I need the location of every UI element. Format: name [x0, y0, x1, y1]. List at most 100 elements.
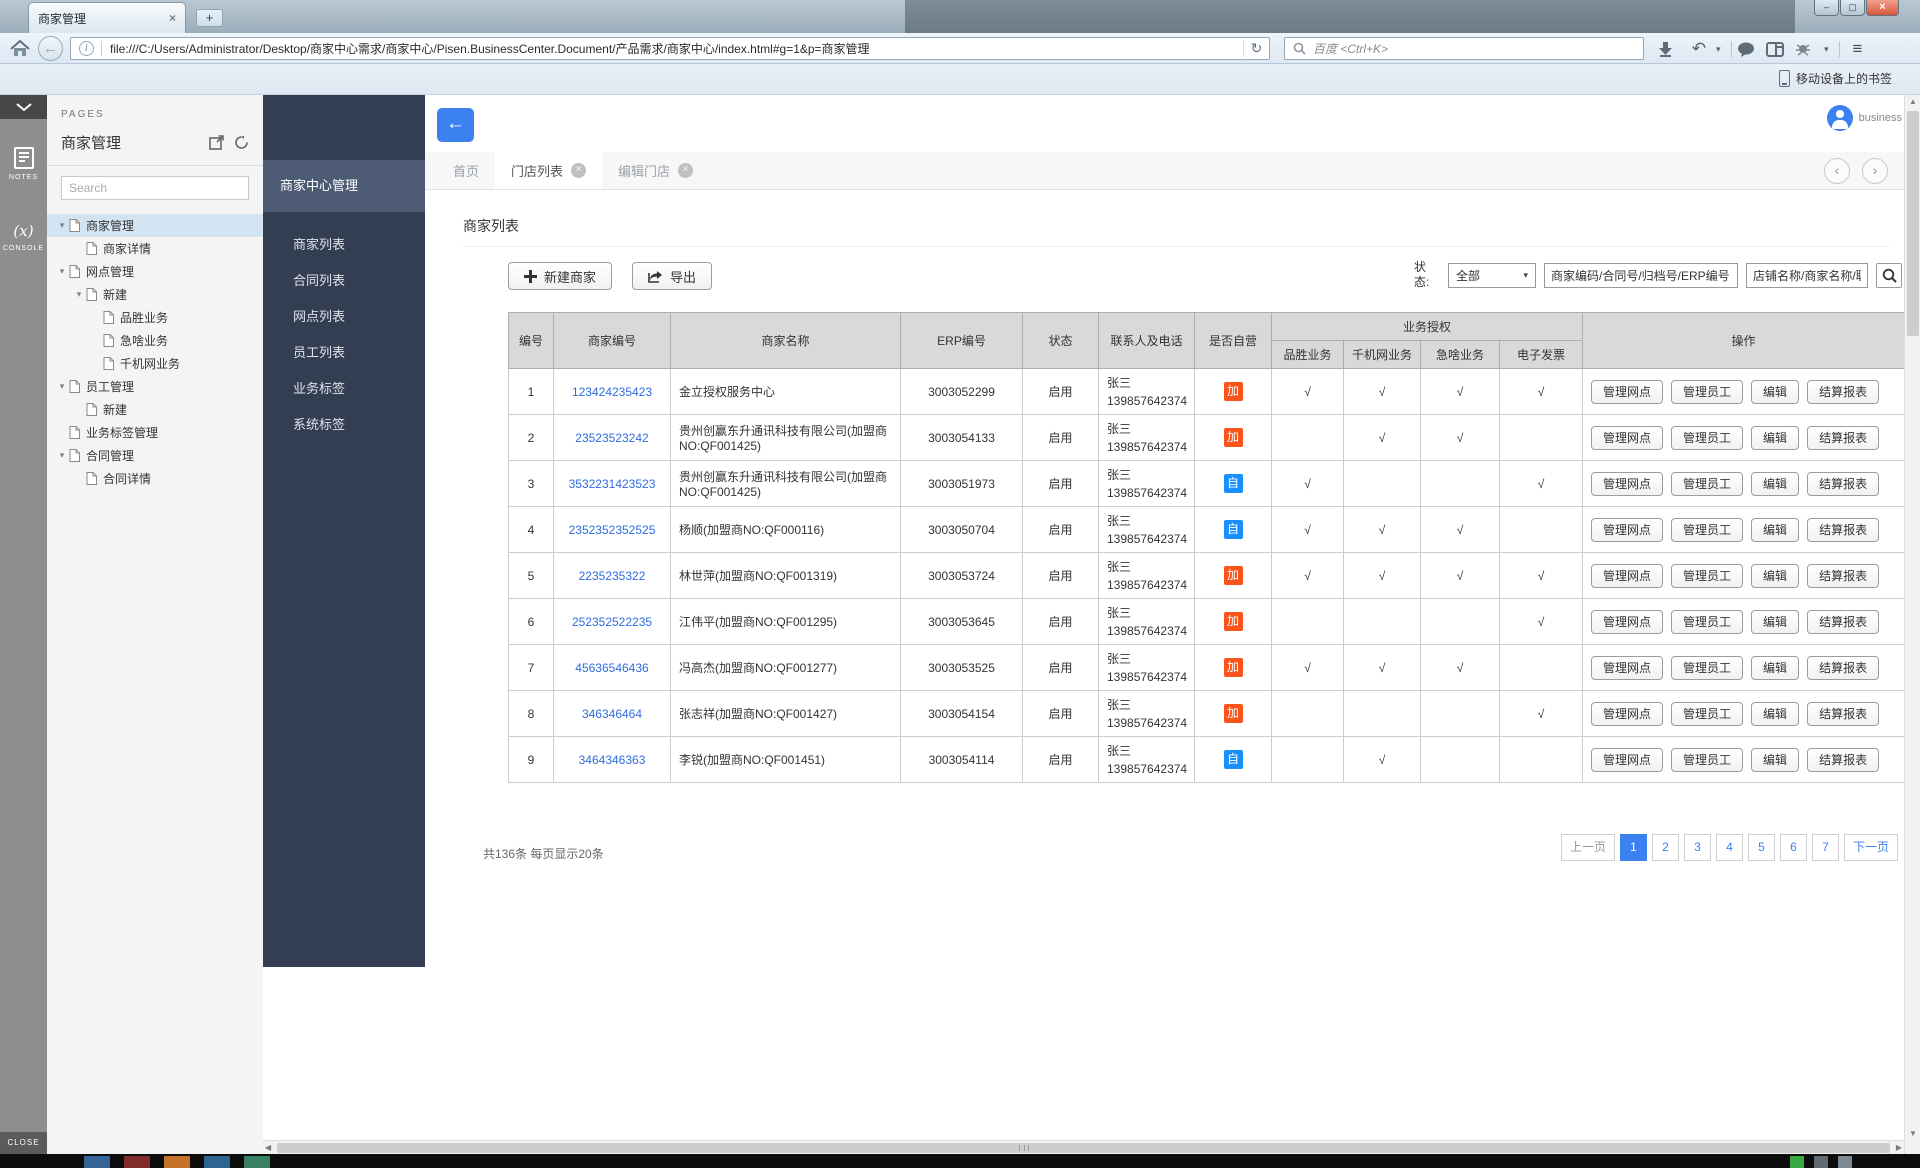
pagination-page-button[interactable]: 1: [1620, 834, 1647, 861]
plugin-bug-icon[interactable]: [1795, 42, 1819, 56]
sidebar-item[interactable]: 合同列表: [263, 263, 425, 299]
vertical-scrollbar[interactable]: ▲ ▼: [1904, 95, 1920, 1154]
filter-search-button[interactable]: [1876, 263, 1902, 288]
manage-stores-button[interactable]: 管理网点: [1591, 656, 1663, 680]
manage-stores-button[interactable]: 管理网点: [1591, 748, 1663, 772]
tab-close-icon[interactable]: ×: [678, 163, 693, 178]
settlement-report-button[interactable]: 结算报表: [1807, 564, 1879, 588]
plugin-dropdown-icon[interactable]: ▾: [1824, 44, 1834, 55]
sidebar-item[interactable]: 系统标签: [263, 407, 425, 443]
tree-caret-icon[interactable]: ▾: [55, 220, 69, 231]
manage-staff-button[interactable]: 管理员工: [1671, 518, 1743, 542]
sidebar-item[interactable]: 网点列表: [263, 299, 425, 335]
refresh-feedback-icon[interactable]: [234, 135, 249, 150]
tree-caret-icon[interactable]: ▾: [72, 289, 86, 300]
open-in-new-icon[interactable]: [209, 135, 224, 150]
status-select[interactable]: 全部 ▾: [1448, 263, 1536, 288]
tree-caret-icon[interactable]: ▾: [55, 381, 69, 392]
undo-icon[interactable]: ↶: [1687, 39, 1711, 59]
manage-stores-button[interactable]: 管理网点: [1591, 380, 1663, 404]
tree-item[interactable]: 业务标签管理: [47, 421, 263, 444]
manage-staff-button[interactable]: 管理员工: [1671, 426, 1743, 450]
sidebar-item[interactable]: 商家列表: [263, 227, 425, 263]
settlement-report-button[interactable]: 结算报表: [1807, 656, 1879, 680]
url-bar[interactable]: i file:///C:/Users/Administrator/Desktop…: [70, 37, 1270, 60]
settlement-report-button[interactable]: 结算报表: [1807, 610, 1879, 634]
manage-stores-button[interactable]: 管理网点: [1591, 610, 1663, 634]
manage-stores-button[interactable]: 管理网点: [1591, 564, 1663, 588]
scroll-left-icon[interactable]: ◀: [265, 1141, 271, 1155]
settlement-report-button[interactable]: 结算报表: [1807, 748, 1879, 772]
tab-window-icon[interactable]: [1766, 42, 1790, 57]
store-name-filter-input[interactable]: [1746, 263, 1868, 288]
rail-console-button[interactable]: (x) CONSOLE: [0, 205, 47, 269]
tree-item[interactable]: ▾员工管理: [47, 375, 263, 398]
manage-staff-button[interactable]: 管理员工: [1671, 702, 1743, 726]
tree-item[interactable]: 合同详情: [47, 467, 263, 490]
close-window-button[interactable]: ×: [1866, 0, 1899, 16]
edit-button[interactable]: 编辑: [1751, 610, 1799, 634]
merchant-code-link[interactable]: 3464346363: [554, 737, 671, 783]
pagination-page-button[interactable]: 6: [1780, 834, 1807, 861]
merchant-code-link[interactable]: 45636546436: [554, 645, 671, 691]
pagination-next-button[interactable]: 下一页: [1844, 834, 1898, 861]
pages-search-input[interactable]: [61, 176, 249, 200]
maximize-button[interactable]: ▢: [1840, 0, 1865, 16]
tree-caret-icon[interactable]: ▾: [55, 266, 69, 277]
downloads-icon[interactable]: [1658, 41, 1682, 57]
pagination-page-button[interactable]: 5: [1748, 834, 1775, 861]
manage-staff-button[interactable]: 管理员工: [1671, 656, 1743, 680]
chat-bubble-icon[interactable]: [1737, 42, 1761, 57]
tab-close-icon[interactable]: ×: [571, 163, 586, 178]
manage-stores-button[interactable]: 管理网点: [1591, 518, 1663, 542]
edit-button[interactable]: 编辑: [1751, 472, 1799, 496]
manage-stores-button[interactable]: 管理网点: [1591, 426, 1663, 450]
merchant-code-filter-input[interactable]: [1544, 263, 1738, 288]
tree-item[interactable]: ▾网点管理: [47, 260, 263, 283]
horizontal-scrollbar-thumb[interactable]: [277, 1143, 1890, 1153]
close-player-button[interactable]: CLOSE: [0, 1132, 47, 1154]
settlement-report-button[interactable]: 结算报表: [1807, 380, 1879, 404]
export-button[interactable]: 导出: [632, 262, 712, 290]
tree-item[interactable]: 千机网业务: [47, 352, 263, 375]
edit-button[interactable]: 编辑: [1751, 656, 1799, 680]
page-back-button[interactable]: ←: [437, 108, 474, 142]
minimize-button[interactable]: –: [1814, 0, 1839, 16]
settlement-report-button[interactable]: 结算报表: [1807, 518, 1879, 542]
manage-staff-button[interactable]: 管理员工: [1671, 380, 1743, 404]
user-badge[interactable]: business: [1827, 105, 1902, 131]
windows-taskbar[interactable]: [0, 1154, 1920, 1168]
tree-item[interactable]: 新建: [47, 398, 263, 421]
manage-staff-button[interactable]: 管理员工: [1671, 610, 1743, 634]
tab-home[interactable]: 首页: [437, 152, 495, 189]
edit-button[interactable]: 编辑: [1751, 380, 1799, 404]
tab-store-list[interactable]: 门店列表 ×: [495, 152, 602, 189]
taskbar-app-icon[interactable]: [84, 1156, 110, 1168]
tree-caret-icon[interactable]: ▾: [55, 450, 69, 461]
menu-icon[interactable]: ≡: [1845, 39, 1869, 59]
undo-dropdown-icon[interactable]: ▾: [1716, 44, 1726, 55]
pagination-page-button[interactable]: 2: [1652, 834, 1679, 861]
taskbar-tray-icon[interactable]: [1790, 1156, 1804, 1168]
taskbar-tray-icon[interactable]: [1838, 1156, 1852, 1168]
manage-staff-button[interactable]: 管理员工: [1671, 472, 1743, 496]
vertical-scrollbar-thumb[interactable]: [1907, 111, 1919, 336]
merchant-code-link[interactable]: 23523523242: [554, 415, 671, 461]
new-tab-button[interactable]: +: [196, 9, 223, 27]
merchant-code-link[interactable]: 2235235322: [554, 553, 671, 599]
edit-button[interactable]: 编辑: [1751, 518, 1799, 542]
pagination-page-button[interactable]: 3: [1684, 834, 1711, 861]
edit-button[interactable]: 编辑: [1751, 748, 1799, 772]
pagination-page-button[interactable]: 7: [1812, 834, 1839, 861]
sidebar-item[interactable]: 业务标签: [263, 371, 425, 407]
scroll-down-icon[interactable]: ▼: [1905, 1129, 1920, 1138]
scroll-right-icon[interactable]: ▶: [1896, 1141, 1902, 1155]
reload-icon[interactable]: ↻: [1243, 40, 1269, 57]
sidebar-item[interactable]: 员工列表: [263, 335, 425, 371]
site-info-icon[interactable]: i: [79, 41, 94, 56]
merchant-code-link[interactable]: 2352352352525: [554, 507, 671, 553]
pagination-prev-button[interactable]: 上一页: [1561, 834, 1615, 861]
tree-item[interactable]: 急啥业务: [47, 329, 263, 352]
tree-item[interactable]: ▾合同管理: [47, 444, 263, 467]
edit-button[interactable]: 编辑: [1751, 564, 1799, 588]
